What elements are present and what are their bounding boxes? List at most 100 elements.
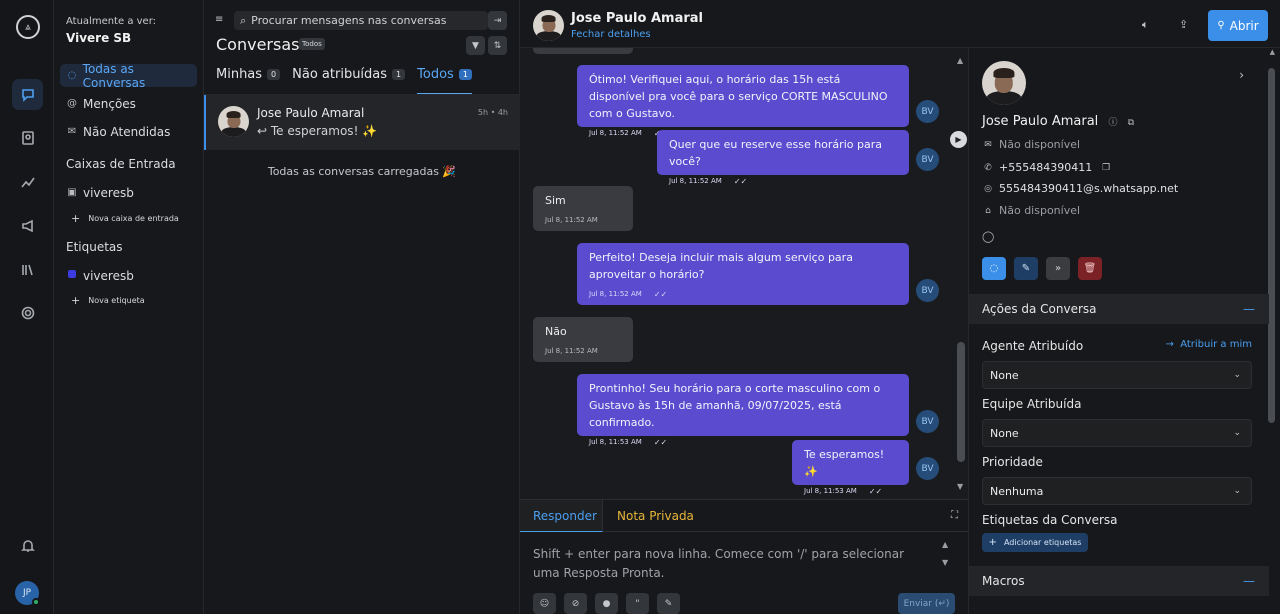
user-avatar[interactable]: JP <box>15 581 40 606</box>
filter-icon[interactable]: ▼ <box>466 36 485 55</box>
message-time: Jul 8, 11:52 AM <box>545 216 598 224</box>
reports-nav-icon[interactable] <box>12 166 43 197</box>
microphone-icon[interactable]: ● <box>595 593 618 614</box>
contacts-nav-icon[interactable] <box>12 122 43 153</box>
plus-icon: + <box>71 212 81 225</box>
message-input[interactable]: Shift + enter para nova linha. Comece co… <box>533 545 933 583</box>
message-bubble: Quer que eu reserve esse horário para vo… <box>657 130 909 186</box>
status-filter-badge[interactable]: Todos <box>299 38 325 50</box>
search-input[interactable]: ⌕ Procurar mensagens nas conversas <box>234 11 488 30</box>
settings-gear-icon[interactable] <box>12 297 43 328</box>
composer-toolbar: ☺ ⊘ ● " ✎ <box>533 593 688 614</box>
new-message-icon[interactable]: ◌ <box>982 257 1006 280</box>
phone-value[interactable]: +555484390411 <box>999 161 1092 174</box>
collapse-minus-icon[interactable]: — <box>1243 574 1255 588</box>
agent-avatar: BV <box>916 457 939 480</box>
library-nav-icon[interactable] <box>12 254 43 285</box>
composer-scroll[interactable]: ▲ ▼ <box>942 540 948 567</box>
new-label-button[interactable]: + Nova etiqueta <box>71 294 145 307</box>
contact-name[interactable]: Jose Paulo Amaral <box>571 11 703 26</box>
list-item[interactable]: Jose Paulo Amaral 5h • 4h ↩ Te esperamos… <box>204 95 520 150</box>
conversation-actions-header[interactable]: Ações da Conversa — <box>969 294 1269 324</box>
app: ⩓ JP Atualmente a ver: Vivere SB ◌ Todas… <box>0 0 1280 614</box>
scroll-thumb[interactable] <box>957 342 965 462</box>
sidebar-item-mentions[interactable]: @ Menções <box>60 92 197 115</box>
message-list: Ótimo! Verifiquei aqui, o horário das 15… <box>520 48 968 499</box>
message-text: Não <box>545 325 567 338</box>
tab-unassigned[interactable]: Não atribuídas 1 <box>292 67 406 95</box>
panel-scroll-up-icon[interactable]: ▲ <box>1270 48 1275 56</box>
tab-all[interactable]: Todos 1 <box>417 67 472 95</box>
collapse-minus-icon[interactable]: — <box>1243 302 1255 316</box>
chat-area: Ótimo! Verifiquei aqui, o horário das 15… <box>520 0 968 614</box>
whatsapp-inbox-icon: ▣ <box>67 187 77 198</box>
sidebar-item-label-viveresb[interactable]: viveresb <box>60 264 197 287</box>
macros-header[interactable]: Macros — <box>969 566 1269 596</box>
delete-trash-icon[interactable]: 🗑︎ <box>1078 257 1102 280</box>
message-time: Jul 8, 11:52 AM <box>589 129 642 137</box>
workspace-name[interactable]: Vivere SB <box>66 31 131 45</box>
label-color-swatch <box>66 270 78 281</box>
viewing-label: Atualmente a ver: <box>66 16 156 27</box>
tab-mine[interactable]: Minhas 0 <box>216 67 281 95</box>
message-bubble: Te esperamos! ✨ Jul 8, 11:53 AM ✓✓ <box>792 440 909 496</box>
assign-to-me-label: Atribuir a mim <box>1180 339 1252 350</box>
conversation-tabs: Minhas 0 Não atribuídas 1 Todos 1 <box>216 67 484 95</box>
campaigns-nav-icon[interactable] <box>12 210 43 241</box>
scroll-up-icon[interactable]: ▲ <box>957 56 963 65</box>
send-button[interactable]: Enviar (↵) <box>898 593 955 614</box>
conversations-nav-icon[interactable] <box>12 79 43 110</box>
tab-private-note[interactable]: Nota Privada <box>617 509 694 523</box>
whatsapp-icon[interactable]: ◯ <box>982 230 994 243</box>
edit-pencil-icon[interactable]: ✎ <box>1014 257 1038 280</box>
read-check-icon: ✓✓ <box>733 177 748 186</box>
priority-label: Prioridade <box>982 455 1043 469</box>
sidebar-item-unattended[interactable]: ✉ Não Atendidas <box>60 120 197 143</box>
logo-icon[interactable]: ⩓ <box>16 15 40 39</box>
share-icon[interactable]: ⇪ <box>1179 18 1188 31</box>
collapse-list-icon[interactable]: ⇥ <box>488 11 507 30</box>
emoji-icon[interactable]: ☺ <box>533 593 556 614</box>
read-check-icon: ✓✓ <box>653 290 668 299</box>
close-details-link[interactable]: Fechar detalhes <box>571 29 651 40</box>
new-inbox-button[interactable]: + Nova caixa de entrada <box>71 212 179 225</box>
message-bubble: Perfeito! Deseja incluir mais algum serv… <box>577 243 909 305</box>
tab-count: 1 <box>392 69 406 80</box>
external-link-icon[interactable]: ⧉ <box>1128 118 1134 128</box>
sort-icon[interactable]: ⇅ <box>488 36 507 55</box>
signature-icon[interactable]: ✎ <box>657 593 680 614</box>
toggle-sidebar-chevron-icon[interactable]: ▶ <box>950 131 967 148</box>
agent-select[interactable]: None ⌄ <box>982 361 1252 389</box>
sidebar-item-all-conversations[interactable]: ◌ Todas as Conversas <box>60 62 197 90</box>
notifications-bell-icon[interactable] <box>12 530 43 561</box>
copy-icon[interactable]: ❐ <box>1100 163 1112 173</box>
message-scrollbar[interactable]: ▲ ▼ <box>957 56 965 496</box>
company-row: ⌂ Não disponível <box>982 204 1080 217</box>
attachment-icon[interactable]: ⊘ <box>564 593 587 614</box>
mute-icon[interactable]: 🔈︎ <box>1142 18 1149 32</box>
quote-icon[interactable]: " <box>626 593 649 614</box>
assign-to-me-link[interactable]: → Atribuir a mim <box>1165 339 1252 350</box>
sidebar-item-inbox-viveresb[interactable]: ▣ viveresb <box>60 181 197 204</box>
message-time: Jul 8, 11:52 AM <box>545 347 598 355</box>
expand-editor-icon[interactable]: ⛶ <box>951 510 958 521</box>
open-button[interactable]: ⚲ Abrir <box>1208 10 1268 41</box>
info-icon[interactable]: ⓘ <box>1108 118 1117 128</box>
contact-actions: ◌ ✎ » 🗑︎ <box>982 257 1110 280</box>
contact-name-row: Jose Paulo Amaral ⓘ ⧉ <box>982 114 1134 129</box>
team-label: Equipe Atribuída <box>982 397 1082 411</box>
search-icon: ⌕ <box>240 13 247 27</box>
menu-icon[interactable]: ≡ <box>215 14 223 25</box>
scroll-down-icon[interactable]: ▼ <box>957 482 963 491</box>
sidebar-item-label: viveresb <box>83 185 134 200</box>
merge-icon[interactable]: » <box>1046 257 1070 280</box>
agent-avatar: BV <box>916 100 939 123</box>
priority-select[interactable]: Nenhuma ⌄ <box>982 477 1252 505</box>
panel-scrollbar[interactable] <box>1268 68 1275 423</box>
team-select[interactable]: None ⌄ <box>982 419 1252 447</box>
message-time: Jul 8, 11:53 AM <box>589 438 642 446</box>
add-tags-button[interactable]: + Adicionar etiquetas <box>982 533 1088 552</box>
chevron-right-icon[interactable]: › <box>1239 68 1244 82</box>
tab-reply[interactable]: Responder <box>533 509 597 523</box>
team-value: None <box>990 426 1019 440</box>
